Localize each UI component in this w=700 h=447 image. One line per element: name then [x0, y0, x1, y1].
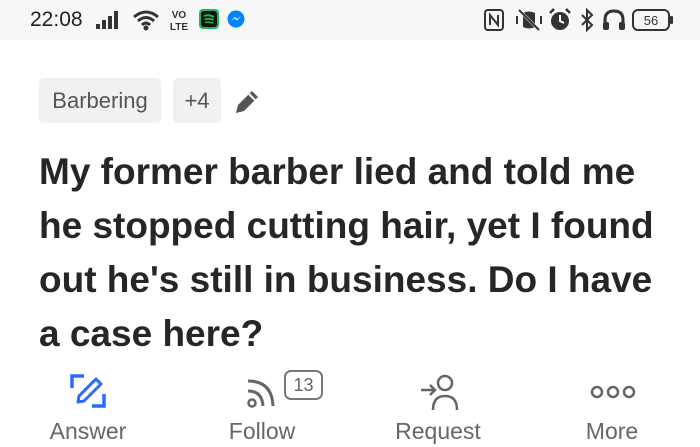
follower-count-badge: 13	[284, 370, 323, 400]
bluetooth-icon	[581, 8, 594, 32]
wifi-icon	[133, 10, 159, 31]
question-title[interactable]: My former barber lied and told me he sto…	[39, 145, 679, 361]
tag-barbering[interactable]: Barbering	[39, 78, 161, 123]
nfc-icon	[484, 9, 504, 31]
follow-rss-icon	[247, 379, 275, 408]
request-person-icon	[421, 374, 459, 411]
more-dots-icon	[590, 385, 636, 399]
vibrate-mute-icon	[516, 8, 542, 32]
answer-label: Answer	[49, 418, 127, 444]
tag-more-topics[interactable]: +4	[173, 78, 221, 123]
more-button[interactable]: More	[568, 368, 656, 447]
status-time: 22:08	[30, 8, 83, 31]
answer-button[interactable]: Answer	[40, 368, 136, 447]
spotify-icon	[199, 9, 219, 29]
alarm-icon	[549, 8, 571, 30]
answer-pencil-icon	[70, 374, 106, 408]
messenger-icon	[227, 10, 245, 28]
follow-label: Follow	[228, 418, 296, 444]
battery-level: 56	[644, 13, 658, 28]
svg-text:LTE: LTE	[170, 22, 188, 32]
edit-topics-icon[interactable]	[231, 86, 263, 118]
headphones-icon	[603, 9, 625, 30]
tag-label: Barbering	[52, 88, 148, 113]
tag-label: +4	[184, 88, 210, 113]
battery-icon: 56	[632, 9, 673, 31]
request-label: Request	[395, 418, 481, 444]
more-label: More	[585, 418, 639, 444]
svg-text:VO: VO	[172, 10, 187, 21]
signal-icon	[96, 11, 118, 29]
request-button[interactable]: Request	[385, 368, 491, 447]
status-bar: 22:08 VO LTE 56	[0, 0, 700, 40]
volte-icon: VO LTE	[170, 10, 188, 32]
